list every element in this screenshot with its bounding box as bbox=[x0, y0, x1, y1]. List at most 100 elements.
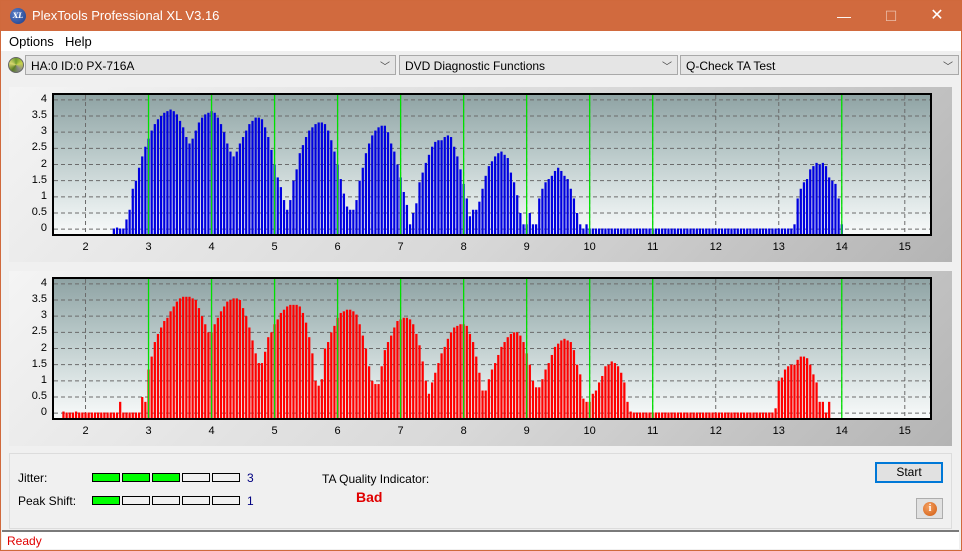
bar bbox=[437, 363, 440, 418]
bar bbox=[191, 138, 194, 234]
bar bbox=[245, 130, 248, 234]
bar bbox=[572, 198, 576, 234]
x-tick-label: 11 bbox=[646, 425, 659, 437]
minimize-button[interactable]: — bbox=[821, 1, 867, 31]
bar bbox=[440, 140, 443, 234]
bar bbox=[632, 412, 635, 418]
menu-options[interactable]: Options bbox=[9, 34, 54, 49]
bar bbox=[197, 308, 201, 418]
bar bbox=[553, 346, 557, 418]
bar bbox=[402, 191, 405, 234]
bar bbox=[327, 130, 330, 234]
x-tick-label: 9 bbox=[523, 241, 530, 253]
bar bbox=[616, 228, 620, 234]
bar bbox=[544, 182, 547, 234]
x-tick-label: 5 bbox=[271, 241, 278, 253]
bar bbox=[446, 338, 450, 418]
bar bbox=[701, 412, 705, 418]
bar bbox=[670, 228, 673, 234]
bar bbox=[604, 228, 607, 234]
bar bbox=[657, 412, 661, 418]
lower-chart-svg bbox=[54, 279, 930, 418]
bar bbox=[629, 228, 632, 234]
bar bbox=[796, 198, 799, 234]
bar bbox=[468, 216, 472, 234]
bar bbox=[749, 228, 752, 234]
bar bbox=[742, 228, 746, 234]
bar bbox=[131, 188, 134, 234]
bar bbox=[380, 366, 383, 418]
bar bbox=[582, 398, 585, 418]
function-select[interactable]: DVD Diagnostic Functions ﹀ bbox=[399, 55, 678, 75]
bar bbox=[481, 390, 484, 418]
bar bbox=[837, 198, 840, 234]
bar bbox=[412, 324, 415, 418]
bar bbox=[604, 366, 607, 418]
bar bbox=[642, 228, 645, 234]
menu-help[interactable]: Help bbox=[65, 34, 92, 49]
maximize-button[interactable]: ☐ bbox=[868, 1, 914, 31]
bar bbox=[175, 301, 179, 418]
bar bbox=[415, 333, 418, 418]
bar bbox=[248, 327, 251, 418]
bar bbox=[156, 333, 160, 418]
bar bbox=[648, 412, 651, 418]
bar bbox=[746, 412, 749, 418]
bar bbox=[664, 412, 667, 418]
x-tick-label: 15 bbox=[898, 241, 911, 253]
bar bbox=[119, 228, 122, 234]
bar bbox=[166, 317, 169, 418]
meter-segment bbox=[182, 473, 210, 482]
bar bbox=[708, 228, 711, 234]
bar bbox=[254, 117, 257, 234]
bar bbox=[323, 124, 327, 234]
chevron-down-icon: ﹀ bbox=[380, 62, 390, 73]
close-button[interactable]: ✕ bbox=[914, 1, 960, 31]
bar bbox=[629, 411, 632, 418]
bar bbox=[232, 298, 235, 418]
bar bbox=[100, 412, 103, 418]
bar bbox=[93, 412, 97, 418]
test-select[interactable]: Q-Check TA Test ﹀ bbox=[680, 55, 959, 75]
bar bbox=[714, 228, 717, 234]
bar bbox=[81, 412, 84, 418]
bar bbox=[459, 169, 462, 234]
bar bbox=[831, 180, 834, 234]
bar bbox=[352, 209, 355, 234]
bar bbox=[396, 164, 399, 234]
bar bbox=[308, 130, 311, 234]
bar bbox=[62, 411, 65, 418]
bar bbox=[720, 228, 724, 234]
bar bbox=[229, 151, 232, 234]
bar bbox=[692, 228, 695, 234]
bar bbox=[134, 412, 138, 418]
start-button[interactable]: Start bbox=[875, 462, 943, 483]
bar bbox=[279, 187, 283, 234]
x-tick-label: 6 bbox=[334, 241, 341, 253]
bar bbox=[667, 228, 670, 234]
bar bbox=[166, 111, 169, 234]
bar bbox=[254, 353, 257, 418]
bar bbox=[71, 412, 75, 418]
x-tick-label: 6 bbox=[334, 425, 341, 437]
bar bbox=[355, 200, 358, 234]
bar bbox=[768, 228, 771, 234]
bar bbox=[191, 298, 194, 418]
drive-select[interactable]: HA:0 ID:0 PX-716A ﹀ bbox=[25, 55, 396, 75]
chevron-down-icon: ﹀ bbox=[662, 62, 672, 73]
bar bbox=[245, 316, 248, 418]
bar bbox=[87, 412, 90, 418]
info-button[interactable]: i bbox=[916, 498, 943, 519]
bar bbox=[327, 342, 330, 418]
test-select-value: Q-Check TA Test bbox=[686, 59, 776, 73]
bar bbox=[790, 364, 793, 418]
bar bbox=[405, 204, 409, 234]
y-tick-label: 4 bbox=[40, 92, 47, 105]
bar bbox=[301, 145, 305, 234]
bar bbox=[758, 412, 761, 418]
x-tick-label: 7 bbox=[397, 425, 404, 437]
bar bbox=[304, 322, 308, 418]
bar bbox=[427, 154, 431, 234]
bar bbox=[349, 309, 352, 418]
bar bbox=[122, 228, 125, 234]
